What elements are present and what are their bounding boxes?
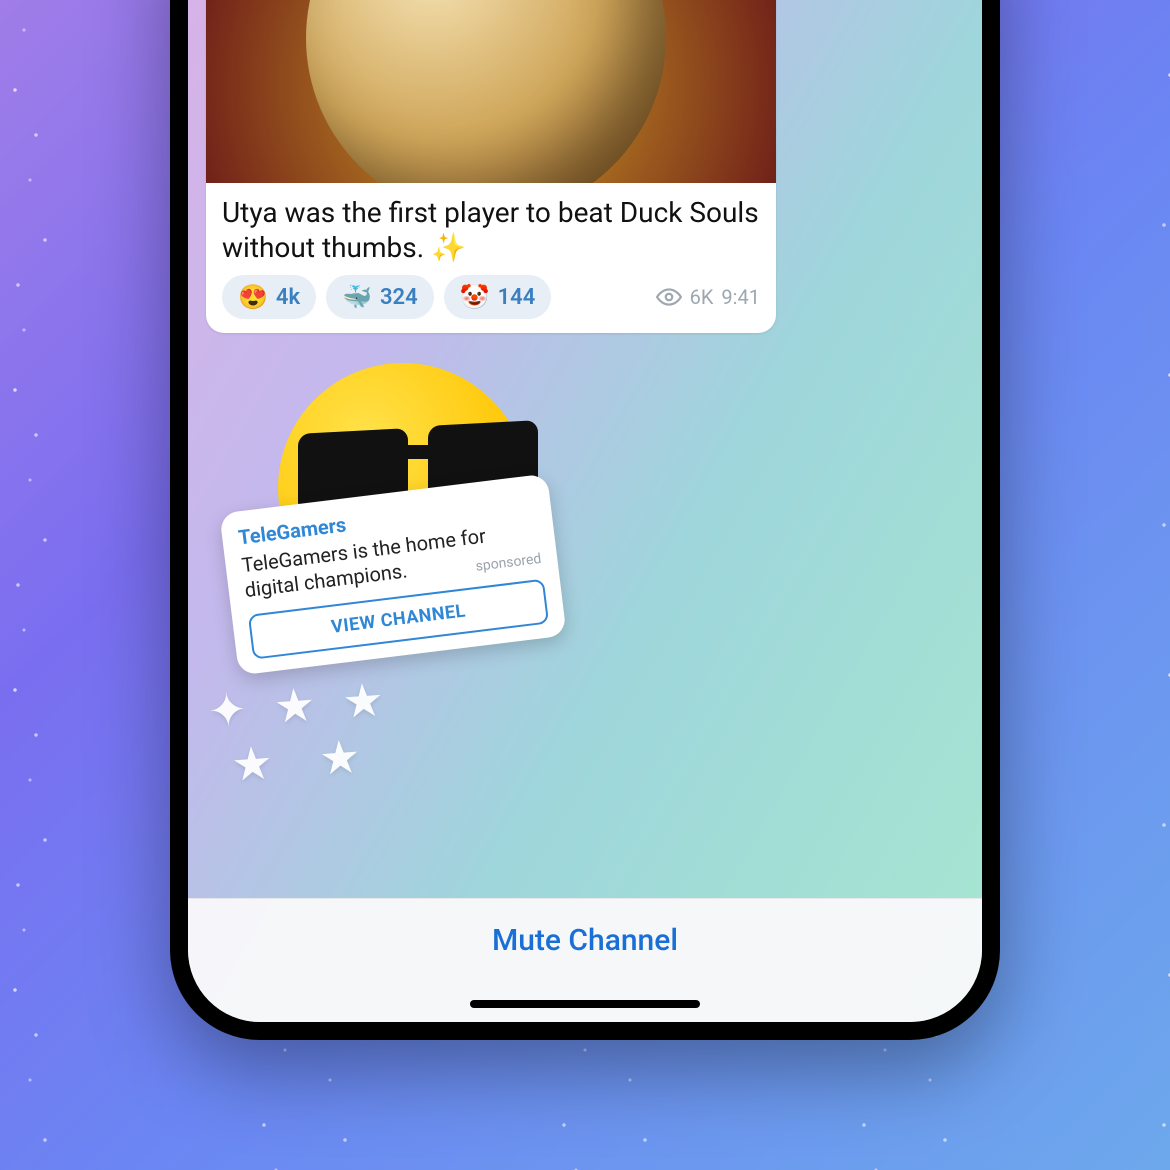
channel-post[interactable]: Utya was the first player to beat Duck S… (206, 0, 776, 333)
reaction-count: 4k (276, 285, 300, 310)
whale-emoji-icon: 🐳 (342, 283, 372, 311)
mute-channel-button[interactable]: Mute Channel (492, 923, 678, 958)
home-indicator[interactable] (470, 1000, 700, 1008)
post-text: Utya was the first player to beat Duck S… (206, 183, 776, 275)
reaction-whale[interactable]: 🐳 324 (326, 275, 434, 319)
view-count: 6K (690, 285, 714, 309)
reaction-bar: 😍 4k 🐳 324 🤡 144 (206, 275, 776, 333)
eye-icon (656, 284, 682, 310)
chat-content: Utya was the first player to beat Duck S… (188, 0, 982, 1022)
phone-frame: Utya was the first player to beat Duck S… (170, 0, 1000, 1040)
clown-emoji-icon: 🤡 (460, 283, 490, 311)
reaction-count: 144 (498, 285, 536, 310)
post-meta: 6K 9:41 (656, 284, 760, 310)
media-duck-graphic (306, 0, 666, 183)
post-media[interactable] (206, 0, 776, 183)
reaction-count: 324 (380, 285, 418, 310)
sponsored-block: TeleGamers TeleGamers is the home for di… (228, 353, 628, 713)
post-time: 9:41 (721, 285, 760, 309)
phone-screen: Utya was the first player to beat Duck S… (188, 0, 982, 1022)
reaction-heart-eyes[interactable]: 😍 4k (222, 275, 316, 319)
heart-eyes-emoji-icon: 😍 (238, 283, 268, 311)
message-list[interactable]: Utya was the first player to beat Duck S… (188, 0, 982, 898)
reaction-clown[interactable]: 🤡 144 (444, 275, 552, 319)
bottom-bar: Mute Channel (188, 898, 982, 1022)
